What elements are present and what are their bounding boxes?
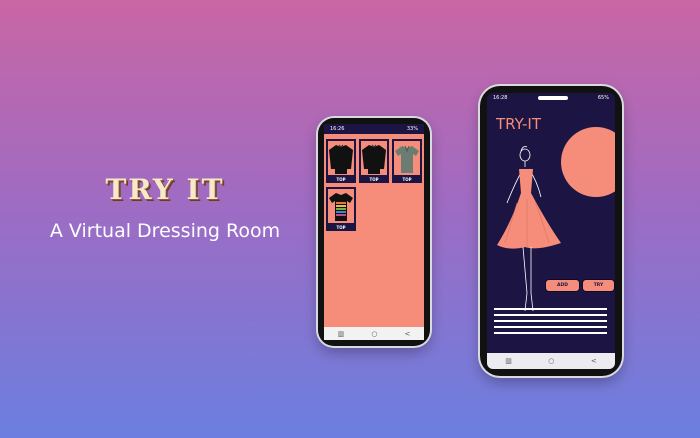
wardrobe-item[interactable]: TOP: [326, 139, 356, 183]
phone-wardrobe: 16:26 33% TOP TOP TOP TOP ▥ ○ <: [318, 118, 430, 346]
divider-line: [494, 332, 607, 334]
android-nav-bar: ▥ ○ <: [324, 327, 424, 340]
notch-bar: [537, 96, 568, 100]
black-long-sleeve-shirt-icon: [328, 141, 354, 175]
home-button[interactable]: ○: [371, 330, 377, 338]
wardrobe-item[interactable]: TOP: [392, 139, 422, 183]
divider-line: [494, 326, 607, 328]
try-it-screen: 16:28 65% TRY-IT ADD OUTFIT TRY OUTFIT ▥…: [487, 93, 615, 369]
black-long-sleeve-shirt-icon: [361, 141, 387, 175]
android-nav-bar: ▥ ○ <: [487, 353, 615, 369]
item-label: TOP: [369, 177, 379, 182]
back-button[interactable]: <: [591, 357, 597, 365]
app-title: TRY-IT: [496, 115, 542, 133]
wardrobe-item[interactable]: TOP: [359, 139, 389, 183]
hero-subtitle: A Virtual Dressing Room: [49, 220, 281, 242]
grey-polo-shirt-icon: [394, 141, 420, 175]
divider-line: [494, 320, 607, 322]
phone-try-it: 16:28 65% TRY-IT ADD OUTFIT TRY OUTFIT ▥…: [480, 86, 622, 376]
item-label: TOP: [336, 225, 346, 230]
status-time: 16:28: [493, 95, 508, 101]
recents-button[interactable]: ▥: [505, 357, 512, 365]
status-bar: 16:26 33%: [324, 124, 424, 134]
hero-title: TRY IT: [105, 173, 225, 206]
status-battery: 65%: [597, 95, 609, 101]
back-button[interactable]: <: [405, 330, 411, 338]
add-outfit-button[interactable]: ADD OUTFIT: [545, 279, 580, 299]
item-label: TOP: [402, 177, 412, 182]
striped-t-shirt-icon: [328, 189, 354, 223]
divider-line: [494, 314, 607, 316]
item-label: TOP: [336, 177, 346, 182]
wardrobe-item[interactable]: TOP: [326, 187, 356, 231]
status-time: 16:26: [330, 126, 345, 132]
wardrobe-screen: 16:26 33% TOP TOP TOP TOP ▥ ○ <: [324, 124, 424, 340]
status-bar: 16:28 65%: [487, 93, 615, 103]
try-outfit-button[interactable]: TRY OUTFIT: [582, 279, 615, 299]
status-battery: 33%: [406, 126, 418, 132]
recents-button[interactable]: ▥: [338, 330, 345, 338]
divider-line: [494, 308, 607, 310]
home-button[interactable]: ○: [548, 357, 554, 365]
